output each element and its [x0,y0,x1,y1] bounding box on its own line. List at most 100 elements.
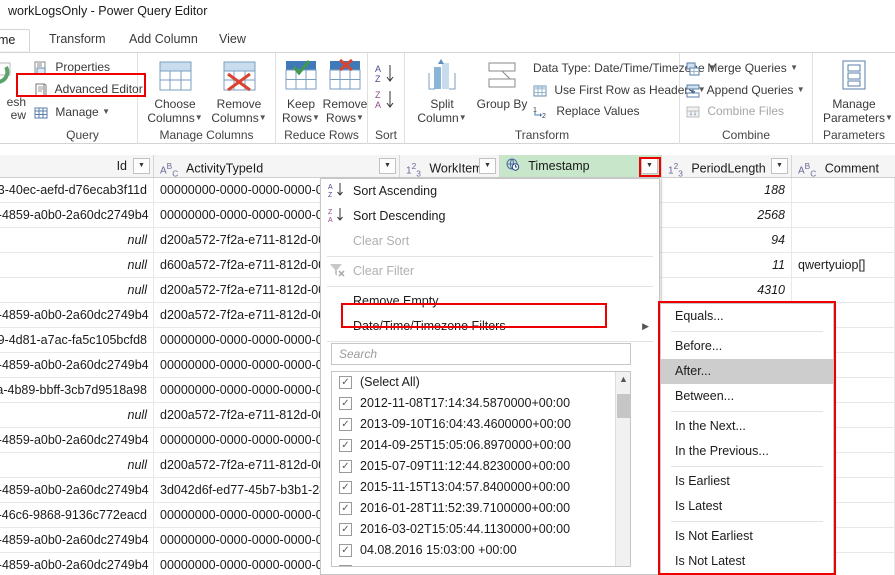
filter-value-item[interactable]: ✓ 2015-07-09T11:12:44.8230000+00:00 [332,456,630,477]
remove-rows-label-2: Rows [326,111,357,125]
cell-comment[interactable]: qwertyuiop[] [792,253,895,277]
cell-comment[interactable] [792,278,895,302]
cell-periodlength[interactable]: 188 [662,178,792,202]
filter-menu-item-date-time-timezone-filters[interactable]: Date/Time/Timezone Filters ▶ [321,314,659,339]
filter-menu-item-remove-empty[interactable]: Remove Empty [321,289,659,314]
cell-id[interactable]: null [0,253,154,277]
manage-button[interactable]: Manage ▼ [34,102,110,121]
append-queries-button[interactable]: Append Queries ▼ [686,80,805,99]
cell-id[interactable]: 64ed-4859-a0b0-2a60dc2749b4 [0,528,154,552]
cell-id[interactable]: null [0,278,154,302]
checkbox-icon[interactable]: ✓ [339,460,352,473]
cell-periodlength[interactable]: 94 [662,228,792,252]
submenu-item-is-not-earliest[interactable]: Is Not Earliest [661,524,833,549]
advanced-editor-label: Advanced Editor [54,82,143,96]
scroll-up-icon[interactable]: ▲ [618,374,629,384]
remove-columns-button[interactable]: Remove Columns▼ [208,59,270,125]
cell-id[interactable]: a05-46c6-9868-9136c772eacd [0,503,154,527]
split-column-button[interactable]: Split Column▼ [411,59,473,125]
submenu-item-before[interactable]: Before... [661,334,833,359]
cell-id[interactable]: 64ed-4859-a0b0-2a60dc2749b4 [0,203,154,227]
filter-value-item[interactable]: ✓ 2014-09-25T15:05:06.8970000+00:00 [332,435,630,456]
checkbox-icon[interactable]: ✓ [339,439,352,452]
cell-id[interactable]: null [0,403,154,427]
column-filter-button-id[interactable]: ▼ [133,158,150,174]
column-filter-button-timestamp[interactable]: ▼ [641,158,658,174]
checkbox-icon[interactable]: ✓ [339,544,352,557]
sort-descending-button[interactable]: ZA [374,89,398,114]
filter-search-input[interactable]: Search [331,343,631,365]
cell-id[interactable]: 64ed-4859-a0b0-2a60dc2749b4 [0,478,154,502]
column-header-timestamp[interactable]: Timestamp ▼ [500,155,662,177]
refresh-preview-button[interactable]: esh ew [0,57,28,122]
manage-parameters-button[interactable]: Manage Parameters▼ [823,59,893,125]
filter-value-item[interactable]: ✓ 04.08.2016 15:53:00 +00:00 [332,561,630,566]
chevron-right-icon: ▶ [642,321,649,331]
replace-values-button[interactable]: 12 Replace Values [533,102,640,121]
remove-rows-button[interactable]: Remove Rows▼ [322,58,368,125]
refresh-icon [0,57,28,93]
cell-id[interactable]: 64ed-4859-a0b0-2a60dc2749b4 [0,303,154,327]
checkbox-icon[interactable]: ✓ [339,523,352,536]
cell-comment[interactable] [792,203,895,227]
filter-value-item[interactable]: ✓ 2016-01-28T11:52:39.7100000+00:00 [332,498,630,519]
cell-id[interactable]: 64ed-4859-a0b0-2a60dc2749b4 [0,428,154,452]
tab-view[interactable]: View [210,29,255,52]
submenu-item-between[interactable]: Between... [661,384,833,409]
properties-button[interactable]: Properties [34,58,110,77]
column-filter-button-activitytypeid[interactable]: ▼ [379,158,396,174]
submenu-item-is-not-latest[interactable]: Is Not Latest [661,549,833,574]
column-header-periodlength[interactable]: 123 PeriodLength ▼ [662,155,792,177]
keep-rows-label-2: Rows [282,111,313,125]
cell-id[interactable]: null [0,453,154,477]
merge-queries-button[interactable]: Merge Queries ▼ [686,58,798,77]
checkbox-icon[interactable]: ✓ [339,418,352,431]
submenu-item-after[interactable]: After... [661,359,833,384]
column-header-activitytypeid[interactable]: ABC ActivityTypeId ▼ [154,155,400,177]
filter-value-item[interactable]: ✓ 2013-09-10T16:04:43.4600000+00:00 [332,414,630,435]
checkbox-icon[interactable]: ✓ [339,565,352,566]
keep-rows-button[interactable]: Keep Rows▼ [278,59,324,125]
checkbox-icon[interactable]: ✓ [339,376,352,389]
tab-transform[interactable]: Transform [40,29,115,52]
filter-value-item[interactable]: ✓ 2016-03-02T15:05:44.1130000+00:00 [332,519,630,540]
column-header-workitemid[interactable]: 123 WorkItemId ▼ [400,155,500,177]
column-filter-button-periodlength[interactable]: ▼ [771,158,788,174]
cell-id[interactable]: null [0,228,154,252]
tab-add-column[interactable]: Add Column [120,29,207,52]
column-filter-button-workitemid[interactable]: ▼ [479,158,496,174]
scrollbar-thumb[interactable] [617,394,630,418]
cell-id[interactable]: 64ed-4859-a0b0-2a60dc2749b4 [0,553,154,575]
submenu-item-in-the-previous[interactable]: In the Previous... [661,439,833,464]
cell-id[interactable]: e873-40ec-aefd-d76ecab3f11d [0,178,154,202]
column-header-id[interactable]: Id ▼ [0,155,154,177]
filter-value-item[interactable]: ✓ 2012-11-08T17:14:34.5870000+00:00 [332,393,630,414]
cell-periodlength[interactable]: 4310 [662,278,792,302]
checkbox-icon[interactable]: ✓ [339,397,352,410]
cell-id[interactable]: a89-4d81-a7ac-fa5c105bcfd8 [0,328,154,352]
cell-comment[interactable] [792,228,895,252]
cell-periodlength[interactable]: 11 [662,253,792,277]
choose-columns-button[interactable]: Choose Columns▼ [144,59,206,125]
cell-id[interactable]: 64ed-4859-a0b0-2a60dc2749b4 [0,353,154,377]
filter-value-item[interactable]: ✓ 2015-11-15T13:04:57.8400000+00:00 [332,477,630,498]
column-header-comment[interactable]: ABC Comment [792,155,895,177]
tab-home[interactable]: me [0,29,30,52]
submenu-item-is-latest[interactable]: Is Latest [661,494,833,519]
cell-comment[interactable] [792,178,895,202]
checkbox-icon[interactable]: ✓ [339,502,352,515]
submenu-item-in-the-next[interactable]: In the Next... [661,414,833,439]
cell-id[interactable]: a8a-4b89-bbff-3cb7d9518a98 [0,378,154,402]
group-by-button[interactable]: Group By [471,59,533,111]
checkbox-icon[interactable]: ✓ [339,481,352,494]
cell-periodlength[interactable]: 2568 [662,203,792,227]
sort-ascending-button[interactable]: AZ [374,63,398,88]
submenu-item-is-earliest[interactable]: Is Earliest [661,469,833,494]
filter-menu-item-sort-ascending[interactable]: A Z Sort Ascending [321,179,659,204]
filter-value-item[interactable]: ✓ (Select All) [332,372,630,393]
advanced-editor-button[interactable]: Advanced Editor [34,80,143,99]
filter-values-scrollbar[interactable]: ▲ [615,372,630,566]
filter-value-item[interactable]: ✓ 04.08.2016 15:03:00 +00:00 [332,540,630,561]
filter-menu-item-sort-descending[interactable]: Z A Sort Descending [321,204,659,229]
submenu-item-equals[interactable]: Equals... [661,304,833,329]
